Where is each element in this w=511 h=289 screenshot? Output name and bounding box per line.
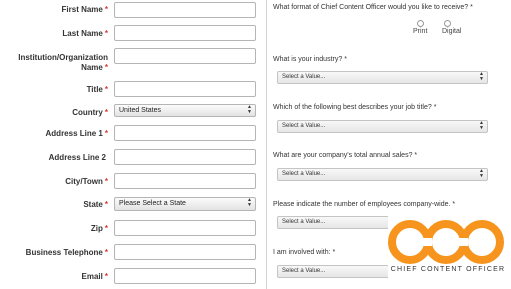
involved-with-select-value: Select a Value... [282, 268, 326, 274]
institution-input[interactable] [114, 48, 256, 64]
select-arrows-icon: ▲ ▼ [247, 197, 252, 208]
industry-select[interactable]: Select a Value... ▲ ▼ [277, 71, 488, 84]
involved-with-select[interactable]: Select a Value... [277, 265, 397, 278]
radio-digital[interactable] [444, 20, 451, 27]
industry-question: What is your industry? * [273, 56, 347, 63]
employees-select[interactable]: Select a Value... [277, 216, 397, 229]
business-telephone-input[interactable] [114, 244, 256, 260]
job-title-select[interactable]: Select a Value... ▲ ▼ [277, 120, 488, 133]
city-label: City/Town * [65, 177, 108, 186]
title-input[interactable] [114, 81, 256, 97]
radio-print[interactable] [417, 20, 424, 27]
address-line-1-label: Address Line 1 * [45, 129, 108, 138]
last-name-label: Last Name * [62, 29, 108, 38]
business-telephone-label: Business Telephone * [25, 248, 108, 257]
left-form-column: First Name * Last Name * Institution/Organ… [0, 0, 266, 289]
annual-sales-select-value: Select a Value... [282, 171, 326, 177]
address-line-1-input[interactable] [114, 125, 256, 141]
select-arrows-icon: ▲ ▼ [479, 71, 484, 82]
country-select[interactable]: United States ▲ ▼ [114, 104, 256, 117]
job-title-select-value: Select a Value... [282, 123, 326, 129]
logo-text: CHIEF CONTENT OFFICER [388, 266, 508, 273]
job-title-question: Which of the following best describes yo… [273, 104, 437, 111]
zip-input[interactable] [114, 220, 256, 236]
state-label: State * [83, 200, 108, 209]
email-label: Email * [81, 272, 108, 281]
country-label: Country * [72, 108, 108, 117]
title-label: Title * [86, 85, 108, 94]
radio-digital-label: Digital [442, 28, 462, 35]
employees-question: Please indicate the number of employees … [273, 201, 456, 208]
state-select-value: Please Select a State [119, 200, 186, 207]
select-arrows-icon: ▲ ▼ [479, 168, 484, 179]
involved-with-question: I am involved with: * [273, 249, 336, 256]
address-line-2-label: Address Line 2 [48, 153, 106, 162]
first-name-label: First Name * [61, 5, 108, 14]
state-select[interactable]: Please Select a State ▲ ▼ [114, 197, 256, 211]
first-name-input[interactable] [114, 2, 256, 18]
last-name-input[interactable] [114, 25, 256, 41]
country-select-value: United States [119, 107, 162, 114]
annual-sales-question: What are your company's total annual sal… [273, 152, 418, 159]
radio-print-label: Print [413, 28, 428, 35]
city-input[interactable] [114, 173, 256, 189]
annual-sales-select[interactable]: Select a Value... ▲ ▼ [277, 168, 488, 181]
format-question: What format of Chief Content Officer wou… [273, 4, 473, 11]
institution-label: Institution/Organization Name * [18, 53, 108, 72]
zip-label: Zip * [90, 224, 108, 233]
select-arrows-icon: ▲ ▼ [247, 104, 252, 115]
industry-select-value: Select a Value... [282, 74, 326, 80]
employees-select-value: Select a Value... [282, 219, 326, 225]
address-line-2-input[interactable] [114, 149, 256, 165]
select-arrows-icon: ▲ ▼ [479, 120, 484, 131]
email-input[interactable] [114, 268, 256, 284]
